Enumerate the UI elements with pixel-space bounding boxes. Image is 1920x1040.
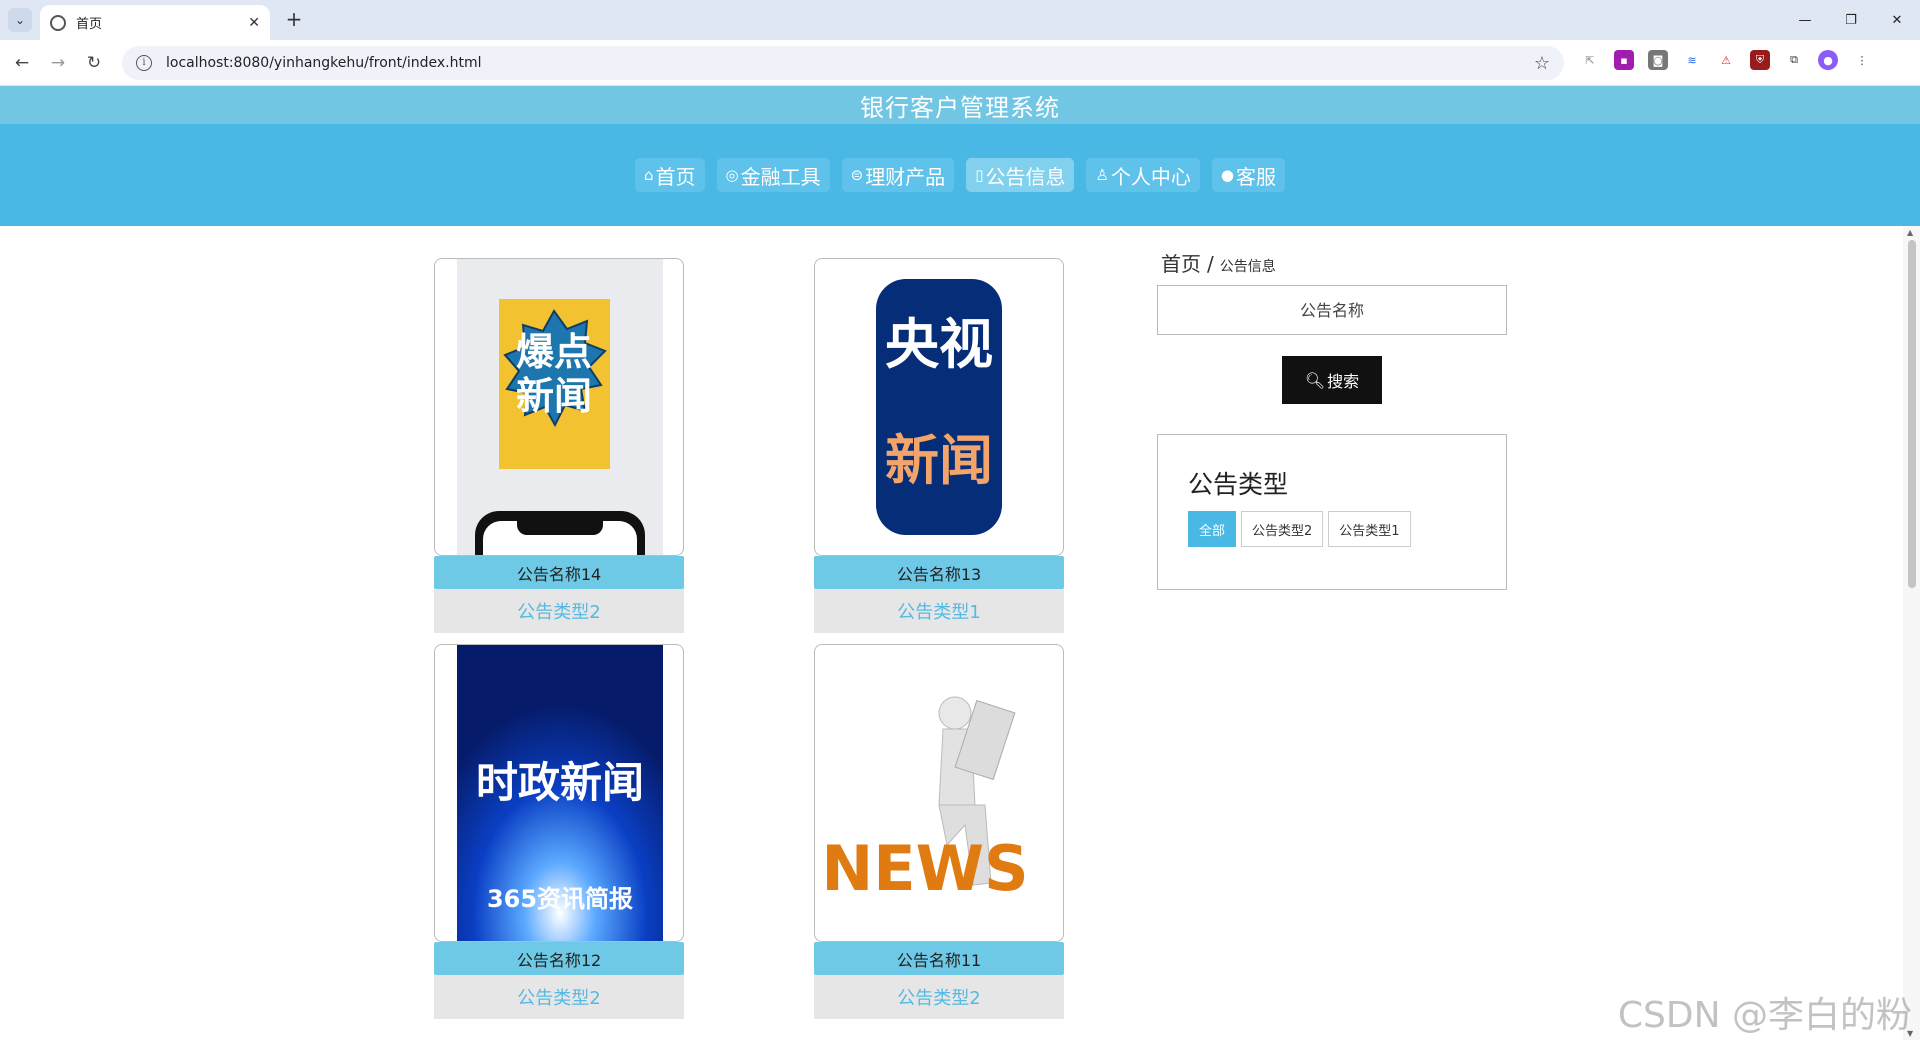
notice-type: 公告类型2 — [434, 589, 684, 633]
service-icon: ● — [1220, 166, 1234, 184]
watermark: CSDN @李白的粉 — [1617, 995, 1912, 1036]
nav-item-label: 客服 — [1236, 164, 1276, 189]
home-icon: ⌂ — [643, 166, 654, 184]
notice-card[interactable]: 爆点 新闻 公告名称14 公告类型2 — [434, 258, 684, 633]
close-tab-icon[interactable]: ✕ — [248, 15, 260, 31]
close-window-button[interactable]: ✕ — [1874, 0, 1920, 40]
nav-item[interactable]: ♙ 个人中心 — [1086, 158, 1200, 192]
notice-name[interactable]: 公告名称13 — [814, 556, 1064, 589]
nav-item[interactable]: ● 客服 — [1211, 158, 1285, 192]
notice-name[interactable]: 公告名称11 — [814, 942, 1064, 975]
nav-item[interactable]: ◎ 金融工具 — [716, 158, 830, 192]
search-input[interactable] — [1157, 285, 1507, 335]
scroll-up-icon[interactable]: ▲ — [1907, 228, 1913, 237]
nav-item-label: 理财产品 — [865, 164, 946, 189]
notice-type: 公告类型1 — [814, 589, 1064, 633]
tab-title: 首页 — [76, 17, 103, 32]
notice-type: 公告类型2 — [434, 975, 684, 1019]
puzzle-icon[interactable]: ⧉ — [1784, 50, 1804, 70]
restore-button[interactable]: ❐ — [1828, 0, 1874, 40]
notice-card[interactable]: NEWS 公告名称11 公告类型2 — [814, 644, 1064, 1019]
site-header: 银行客户管理系统 — [0, 86, 1920, 124]
nav-item-label: 个人中心 — [1110, 164, 1191, 189]
browser-tab[interactable]: 首页 ✕ — [40, 5, 270, 40]
product-icon: ⊜ — [850, 166, 864, 184]
site-title: 银行客户管理系统 — [860, 93, 1060, 122]
url-text[interactable]: localhost:8080/yinhangkehu/front/index.h… — [166, 55, 1534, 71]
cursor-extension-icon[interactable]: ⇱ — [1580, 50, 1600, 70]
page-scrollbar[interactable]: ▲ ▼ — [1903, 226, 1920, 1040]
breadcrumb-current: 公告信息 — [1219, 259, 1276, 275]
nav-item[interactable]: ⌂ 首页 — [634, 158, 705, 192]
breadcrumb-home[interactable]: 首页 — [1161, 252, 1201, 276]
notice-image[interactable]: NEWS — [814, 644, 1064, 942]
notice-name[interactable]: 公告名称14 — [434, 556, 684, 589]
extension-icon[interactable]: ◙ — [1648, 50, 1668, 70]
svg-text:新闻: 新闻 — [885, 429, 993, 492]
extension-icon[interactable]: ⚠ — [1716, 50, 1736, 70]
menu-dots-icon[interactable]: ⋮ — [1852, 50, 1872, 70]
nav-item-label: 金融工具 — [740, 164, 821, 189]
svg-text:爆点: 爆点 — [516, 330, 592, 374]
tool-icon: ◎ — [725, 166, 739, 184]
new-tab-button[interactable]: + — [282, 8, 306, 32]
profile-avatar[interactable]: ● — [1818, 50, 1838, 70]
nav-item-label: 首页 — [655, 164, 696, 189]
main-nav: ⌂ 首页 ◎ 金融工具 ⊜ 理财产品 ▯ 公告信息 ♙ 个人中心 ● 客服 — [0, 124, 1920, 226]
notice-image[interactable]: 时政新闻 365资讯简报 — [434, 644, 684, 942]
extension-icon[interactable]: ≋ — [1682, 50, 1702, 70]
breadcrumb-separator: / — [1207, 252, 1214, 276]
tab-search-button[interactable]: ⌄ — [8, 8, 32, 32]
svg-text:NEWS: NEWS — [821, 832, 1028, 905]
globe-icon — [50, 14, 66, 31]
svg-text:央视: 央视 — [885, 313, 993, 376]
address-bar: ← → ↻ i localhost:8080/yinhangkehu/front… — [0, 40, 1920, 86]
type-filter-panel: 公告类型 全部 公告类型2 公告类型1 — [1157, 434, 1507, 590]
search-icon: 🔍︎ — [1304, 370, 1326, 390]
notice-image[interactable]: 爆点 新闻 — [434, 258, 684, 556]
svg-text:新闻: 新闻 — [516, 374, 592, 418]
type-filter-tag[interactable]: 公告类型1 — [1328, 511, 1411, 547]
svg-text:时政新闻: 时政新闻 — [476, 758, 644, 807]
reload-icon[interactable]: ↻ — [82, 52, 106, 76]
site-info-icon[interactable]: i — [136, 55, 152, 71]
svg-text:365资讯简报: 365资讯简报 — [487, 885, 633, 913]
breadcrumb: 首页 / 公告信息 — [1161, 248, 1276, 277]
back-icon[interactable]: ← — [10, 52, 34, 76]
url-field[interactable]: i localhost:8080/yinhangkehu/front/index… — [122, 46, 1564, 80]
bookmark-star-icon[interactable]: ☆ — [1534, 53, 1550, 74]
notice-image[interactable]: 央视 新闻 — [814, 258, 1064, 556]
notice-card[interactable]: 央视 新闻 公告名称13 公告类型1 — [814, 258, 1064, 633]
search-button-label: 搜索 — [1327, 372, 1360, 391]
nav-item[interactable]: ▯ 公告信息 — [966, 158, 1075, 192]
type-filter-title: 公告类型 — [1188, 470, 1289, 499]
nav-item[interactable]: ⊜ 理财产品 — [841, 158, 955, 192]
search-button[interactable]: 🔍︎ 搜索 — [1282, 356, 1382, 404]
nav-item-label: 公告信息 — [985, 164, 1066, 189]
scrollbar-thumb[interactable] — [1908, 240, 1916, 588]
forward-icon[interactable]: → — [46, 52, 70, 76]
user-icon: ♙ — [1095, 166, 1109, 184]
shield-icon[interactable]: ⛨ — [1750, 50, 1770, 70]
browser-tab-strip: ⌄ 首页 ✕ + — ❐ ✕ — [0, 0, 1920, 40]
type-filter-tag[interactable]: 全部 — [1188, 511, 1237, 547]
notice-icon: ▯ — [975, 166, 984, 184]
type-filter-tag[interactable]: 公告类型2 — [1241, 511, 1324, 547]
notice-type: 公告类型2 — [814, 975, 1064, 1019]
notice-card[interactable]: 时政新闻 365资讯简报 公告名称12 公告类型2 — [434, 644, 684, 1019]
extension-icon[interactable]: ▪ — [1614, 50, 1634, 70]
notice-name[interactable]: 公告名称12 — [434, 942, 684, 975]
minimize-button[interactable]: — — [1782, 0, 1828, 40]
